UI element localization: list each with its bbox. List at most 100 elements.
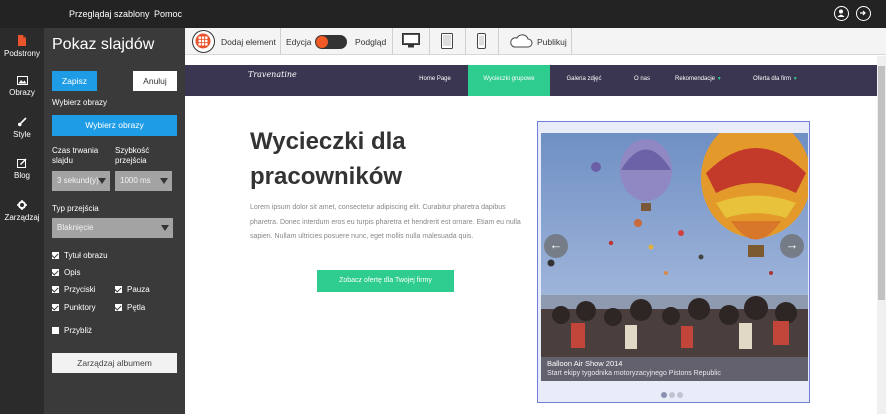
option-description[interactable]: Opis [52,268,80,277]
logout-icon[interactable] [856,6,871,21]
browse-templates-link[interactable]: Przeglądaj szablony [69,9,150,19]
toolbar-divider [280,28,281,55]
speed-label-line2: przejścia [115,156,147,165]
slide-dot[interactable] [661,392,667,398]
site-nav-bar: Travenatine Home Page Wycieczki grupowe … [185,65,877,96]
rail-label-blog: Blog [13,171,30,180]
top-bar: Przeglądaj szablony Pomoc [0,0,886,28]
slide-caption-text: Start ekipy tygodnika motoryzacyjnego Pi… [547,370,721,377]
speed-select[interactable]: 1000 ms [115,171,172,191]
checkbox-checked[interactable] [52,304,59,311]
rail-item-images[interactable]: Obrazy [0,76,44,97]
manage-album-button[interactable]: Zarządzaj albumem [52,353,177,373]
hero-text[interactable]: Lorem ipsum dolor sit amet, consectetur … [250,201,525,245]
edit-preview-toggle[interactable] [315,35,347,49]
speed-select-value: 1000 ms [120,176,151,185]
checkbox-checked[interactable] [52,286,59,293]
checkbox-checked[interactable] [115,286,122,293]
transition-select[interactable]: Blaknięcie [52,218,173,238]
option-label: Przyciski [64,285,96,294]
slide-next-button[interactable]: → [780,234,804,258]
nav-item-business-offer[interactable]: Oferta dla firm ▼ [753,65,798,96]
toggle-knob [316,36,328,48]
transition-select-value: Blaknięcie [57,223,94,232]
user-icon[interactable] [834,6,849,21]
option-label: Tytuł obrazu [64,251,108,260]
option-label: Pauza [127,285,150,294]
option-buttons[interactable]: Przyciski [52,285,96,294]
preview-mode-label[interactable]: Podgląd [355,37,386,47]
hero-title[interactable]: Wycieczki dla pracowników [250,124,490,194]
nav-item-gallery[interactable]: Galeria zdjęć [559,65,609,96]
slide-caption-title: Balloon Air Show 2014 [547,359,623,368]
option-bullets[interactable]: Punktory [52,303,96,312]
phone-icon[interactable] [477,33,486,49]
help-link[interactable]: Pomoc [154,9,182,19]
slide-prev-button[interactable]: ← [544,234,568,258]
nav-item-home[interactable]: Home Page [410,65,460,96]
slide-dot[interactable] [677,392,683,398]
scrollbar-thumb[interactable] [878,66,885,300]
slide-dot[interactable] [669,392,675,398]
rail-label-pages: Podstrony [3,49,41,58]
toolbar-divider [392,28,393,55]
option-image-title[interactable]: Tytuł obrazu [52,251,108,260]
nav-item-label: Rekomendacje [675,76,716,82]
preview-scrollbar[interactable] [877,56,886,414]
rail-item-style[interactable]: Style [0,117,44,139]
balloon-photo [541,133,808,381]
option-label: Przybliż [64,326,93,335]
add-element-label[interactable]: Dodaj element [221,37,276,47]
add-element-button[interactable] [192,30,215,53]
rail-item-pages[interactable]: Podstrony [0,35,44,58]
checkbox-checked[interactable] [52,269,59,276]
duration-label-line2: slajdu [52,156,73,165]
slide-caption: Balloon Air Show 2014 Start ekipy tygodn… [541,357,808,381]
image-icon [16,76,28,85]
duration-select[interactable]: 3 sekund(y) [52,171,110,191]
rail-label-manage: Zarządzaj [4,213,40,222]
choose-images-button[interactable]: Wybierz obrazy [52,115,177,136]
desktop-icon[interactable] [402,33,420,48]
site-preview: Travenatine Home Page Wycieczki grupowe … [185,56,877,414]
slideshow-panel: Pokaz slajdów Zapisz Anuluj Wybierz obra… [44,28,185,414]
save-button[interactable]: Zapisz [52,71,97,91]
option-zoom[interactable]: Przybliż [52,326,92,335]
edit-mode-label[interactable]: Edycja [286,37,312,47]
arrow-left-icon: ← [549,237,563,252]
nav-item-about[interactable]: O nas [625,65,659,96]
editor-toolbar: Dodaj element Edycja Podgląd Publikuj [185,28,886,55]
cloud-icon[interactable] [509,34,533,48]
slide-dots [661,392,685,398]
checkbox-unchecked[interactable] [52,327,59,334]
cancel-button[interactable]: Anuluj [133,71,177,91]
option-pause[interactable]: Pauza [115,285,150,294]
business-offer-button[interactable]: Zobacz ofertę dla Twojej firmy [317,270,454,292]
chevron-down-icon: ▼ [716,76,722,82]
option-label: Pętla [127,303,146,312]
toolbar-divider [429,28,430,55]
nav-item-recommendations[interactable]: Rekomendacje ▼ [675,65,722,96]
toolbar-divider [498,28,499,55]
checkbox-checked[interactable] [115,304,122,311]
rail-item-blog[interactable]: Blog [0,158,44,180]
checkbox-checked[interactable] [52,252,59,259]
option-label: Opis [64,268,81,277]
rail-item-manage[interactable]: Zarządzaj [0,200,44,222]
chevron-down-icon [98,178,106,184]
rail-label-images: Obrazy [9,88,35,97]
option-loop[interactable]: Pętla [115,303,145,312]
rail-label-style: Style [13,130,31,139]
brush-icon [18,117,27,127]
option-label: Punktory [64,303,96,312]
nav-item-label: Oferta dla firm [753,76,792,82]
nav-item-group-tours[interactable]: Wycieczki grupowe [468,65,550,96]
publish-button[interactable]: Publikuj [537,37,567,47]
slideshow[interactable]: ← → Balloon Air Show 2014 Start ekipy ty… [537,121,810,403]
site-logo[interactable]: Travenatine [248,70,297,79]
chevron-down-icon [161,225,169,231]
choose-images-label: Wybierz obrazy [52,98,108,107]
chevron-down-icon: ▼ [792,76,798,82]
tablet-icon[interactable] [441,33,453,49]
grid-icon [195,33,211,49]
